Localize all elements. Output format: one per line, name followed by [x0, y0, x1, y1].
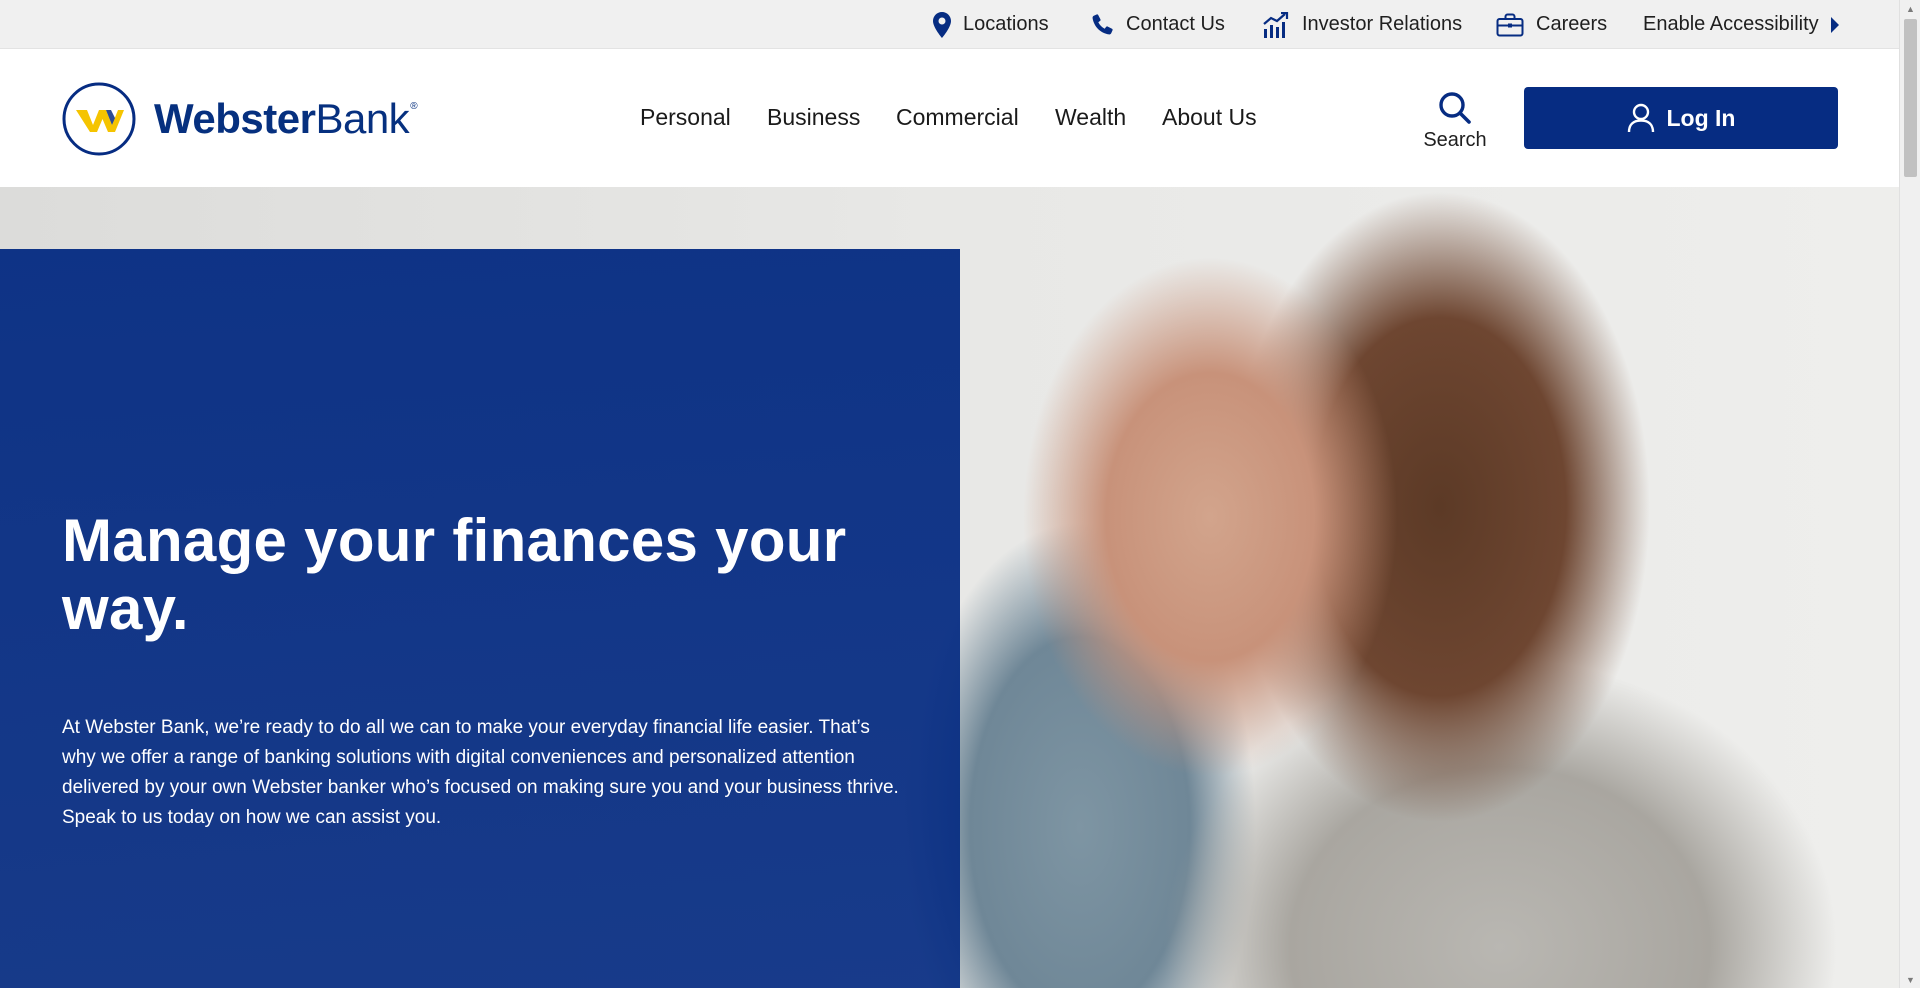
nav-business[interactable]: Business — [767, 104, 860, 131]
caret-right-icon — [1830, 16, 1839, 33]
page-scrollbar[interactable]: ▲ ▼ — [1899, 0, 1920, 988]
search-label: Search — [1423, 129, 1487, 151]
brand-wordmark: WebsterBank® — [154, 95, 418, 142]
utility-bar: Locations Contact Us Investor Relations … — [0, 0, 1899, 49]
nav-about-us[interactable]: About Us — [1162, 104, 1257, 131]
accessibility-label: Enable Accessibility — [1643, 13, 1819, 35]
webster-bank-logo[interactable]: WebsterBank® — [62, 82, 418, 156]
enable-accessibility-link[interactable]: Enable Accessibility — [1643, 0, 1839, 49]
scroll-down-arrow[interactable]: ▼ — [1900, 971, 1920, 988]
hero-body: At Webster Bank, we’re ready to do all w… — [62, 717, 899, 828]
hero-section: Manage your finances your way. At Webste… — [0, 187, 1899, 988]
careers-label: Careers — [1536, 13, 1608, 35]
nav-wealth[interactable]: Wealth — [1055, 104, 1126, 131]
briefcase-icon — [1496, 13, 1524, 37]
investor-relations-link[interactable]: Investor Relations — [1262, 0, 1462, 49]
search-button[interactable]: Search — [1420, 91, 1490, 155]
log-in-label: Log In — [1666, 104, 1736, 131]
scroll-thumb[interactable] — [1904, 19, 1917, 177]
careers-link[interactable]: Careers — [1496, 0, 1607, 49]
trademark-symbol: ® — [410, 101, 418, 112]
user-icon — [1627, 103, 1654, 133]
brand-name-regular: Bank — [315, 95, 410, 142]
nav-commercial[interactable]: Commercial — [896, 104, 1019, 131]
webster-w-icon — [62, 82, 136, 156]
contact-us-link[interactable]: Contact Us — [1090, 0, 1225, 49]
locations-link[interactable]: Locations — [933, 0, 1049, 49]
brand-name-bold: Webster — [154, 95, 316, 142]
scroll-up-arrow[interactable]: ▲ — [1900, 0, 1920, 17]
hero-heading: Manage your finances your way. — [62, 507, 847, 642]
contact-us-label: Contact Us — [1126, 13, 1225, 35]
search-icon — [1439, 92, 1471, 124]
log-in-button[interactable]: Log In — [1524, 87, 1838, 149]
nav-personal[interactable]: Personal — [640, 104, 731, 131]
main-header: WebsterBank® Personal Business Commercia… — [0, 49, 1899, 187]
phone-icon — [1090, 13, 1114, 37]
investor-relations-label: Investor Relations — [1302, 13, 1463, 35]
growth-chart-icon — [1262, 11, 1290, 38]
locations-label: Locations — [963, 13, 1049, 35]
map-pin-icon — [933, 11, 951, 38]
